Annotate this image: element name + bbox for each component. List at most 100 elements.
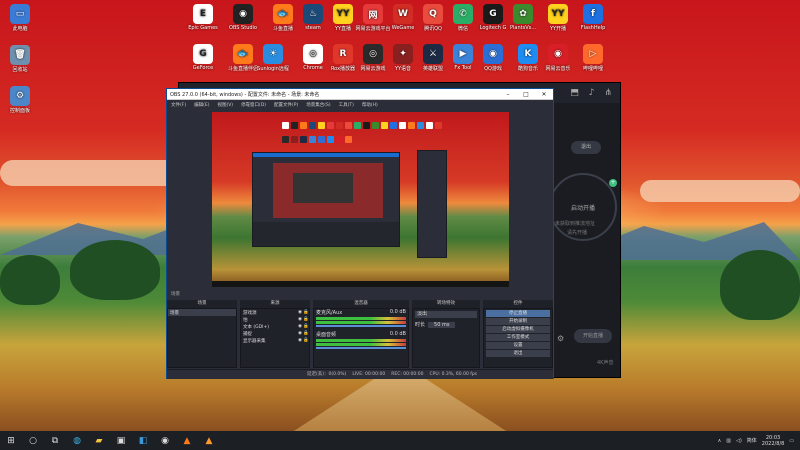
preview-app-icon: [381, 122, 388, 129]
control-button[interactable]: 停止直播: [486, 310, 550, 317]
desktop-icon[interactable]: ▭ 此电脑: [0, 4, 40, 32]
source-item[interactable]: 捕捉 ◉ 🔒: [241, 330, 309, 337]
source-item[interactable]: 游戏源 ◉ 🔒: [241, 309, 309, 316]
obs-preview-canvas[interactable]: [212, 112, 509, 287]
companion-taskbar-icon[interactable]: ▲: [198, 431, 220, 450]
preview-app-icon: [309, 122, 316, 129]
minimize-icon[interactable]: –: [499, 91, 517, 98]
mixer-panel: 麦克风/Aux 0.0 dB 桌面音频 0.0 dB: [313, 308, 409, 368]
close-icon[interactable]: ✕: [535, 91, 553, 98]
start-live-button[interactable]: 开始直播: [574, 329, 612, 343]
duration-input[interactable]: 50 ms: [428, 321, 456, 328]
network-icon[interactable]: ▥: [726, 438, 731, 444]
gift-icon[interactable]: ⬒: [570, 88, 579, 98]
scene-item[interactable]: 场景: [168, 309, 236, 316]
cloud: [640, 180, 800, 202]
source-item[interactable]: 显示器采集 ◉ 🔒: [241, 337, 309, 344]
menu-item[interactable]: 帮助(H): [362, 102, 378, 108]
menu-item[interactable]: 配置文件(P): [274, 102, 298, 108]
chevron-up-icon[interactable]: ∧: [718, 438, 722, 444]
control-button[interactable]: 退出: [486, 350, 550, 357]
bell-icon[interactable]: ♪: [589, 88, 595, 98]
store-icon[interactable]: ▣: [110, 431, 132, 450]
preview-desktop-icons: [282, 122, 442, 148]
volume-icon[interactable]: ◁): [736, 438, 742, 444]
visibility-lock-icon[interactable]: ◉ 🔒: [298, 317, 309, 322]
start-button[interactable]: ⊞: [0, 431, 22, 450]
search-icon[interactable]: ○: [22, 431, 44, 450]
obs-taskbar-icon[interactable]: ◉: [154, 431, 176, 450]
desktop-icon[interactable]: 🗑 回收站: [0, 45, 40, 73]
edge-icon[interactable]: ◍: [66, 431, 88, 450]
source-item[interactable]: 怕 ◉ 🔒: [241, 316, 309, 323]
scene-bar: 场景: [167, 290, 553, 299]
file-explorer-icon[interactable]: ▰: [88, 431, 110, 450]
obs-window[interactable]: OBS 27.0.0 (64-bit, windows) - 配置文件: 未命名…: [166, 88, 554, 379]
obs-titlebar: OBS 27.0.0 (64-bit, windows) - 配置文件: 未命名…: [167, 89, 553, 100]
desktop-icon[interactable]: ⚙ 控制面板: [0, 86, 40, 114]
exit-button[interactable]: 退出: [571, 141, 601, 154]
preview-app-icon: [336, 122, 343, 129]
source-label: 文本 (GDI+): [243, 324, 269, 330]
menu-item[interactable]: 文件(F): [171, 102, 186, 108]
preview-app-icon: [399, 122, 406, 129]
volume-slider[interactable]: [316, 325, 406, 327]
maximize-icon[interactable]: □: [517, 91, 535, 98]
sources-header: 来源: [240, 300, 310, 308]
transition-select[interactable]: 淡出: [415, 311, 477, 318]
control-button[interactable]: 启动虚拟摄像机: [486, 326, 550, 333]
desktop-icon[interactable]: f FlashHelp: [573, 4, 613, 31]
app-icon: ▷: [583, 44, 603, 64]
clock[interactable]: 20:03 2022/8/8: [762, 435, 784, 447]
menu-item[interactable]: 工具(T): [339, 102, 354, 108]
visibility-lock-icon[interactable]: ◉ 🔒: [298, 310, 309, 315]
app-icon: W: [393, 4, 413, 24]
visibility-lock-icon[interactable]: ◉ 🔒: [298, 331, 309, 336]
ime-indicator[interactable]: 简体: [747, 437, 757, 444]
controls-header: 控件: [483, 300, 553, 308]
notification-icon[interactable]: ▭: [789, 438, 794, 444]
preview-app-icon: [426, 122, 433, 129]
app-icon[interactable]: ◧: [132, 431, 154, 450]
douyu-taskbar-icon[interactable]: ▲: [176, 431, 198, 450]
task-view-icon[interactable]: ⧉: [44, 431, 66, 450]
desktop-icon[interactable]: ◉ 网易云音乐: [538, 44, 578, 72]
desktop-icon[interactable]: ◉ OBS Studio: [223, 4, 263, 31]
visibility-lock-icon[interactable]: ◉ 🔒: [298, 338, 309, 343]
desktop-icon[interactable]: ▷ 哔哩哔哩: [573, 44, 613, 72]
control-button[interactable]: 开始录制: [486, 318, 550, 325]
app-icon: 🗑: [10, 45, 30, 65]
menu-item[interactable]: 场景集合(S): [306, 102, 330, 108]
settings-icon[interactable]: ⚙: [557, 334, 564, 343]
desktop-icon-label: 哔哩哔哩: [582, 66, 603, 72]
source-item[interactable]: 文本 (GDI+) ◉ 🔒: [241, 323, 309, 330]
preview-app-icon: [309, 136, 316, 143]
desktop-icon-label: YY开播: [549, 26, 567, 32]
plus-icon[interactable]: +: [609, 179, 617, 187]
preview-app-icon: [363, 122, 370, 129]
app-icon: ✆: [453, 4, 473, 24]
hint-text: 请先开播: [567, 230, 588, 236]
menu-item[interactable]: 停靠窗口(D): [241, 102, 266, 108]
menu-item[interactable]: 编辑(E): [194, 102, 209, 108]
visibility-lock-icon[interactable]: ◉ 🔒: [298, 324, 309, 329]
desktop-icon[interactable]: ◉ QQ游戏: [473, 44, 513, 72]
app-icon: 🐟: [233, 44, 253, 64]
volume-meter: [316, 339, 406, 342]
control-button[interactable]: 设置: [486, 342, 550, 349]
desktop-icon[interactable]: E Epic Games: [183, 4, 223, 31]
menu-item[interactable]: 视图(V): [217, 102, 233, 108]
volume-slider[interactable]: [316, 347, 406, 349]
desktop-icon[interactable]: ✿ PlantsVs...: [503, 4, 543, 31]
share-icon[interactable]: ⋔: [604, 88, 612, 98]
desktop-icon[interactable]: YY YY开播: [538, 4, 578, 32]
desktop-icon[interactable]: G GeForce: [183, 44, 223, 71]
app-icon: ▶: [453, 44, 473, 64]
control-button[interactable]: 工作室模式: [486, 334, 550, 341]
tree: [720, 250, 800, 320]
mixer-channel: 麦克风/Aux 0.0 dB: [314, 309, 408, 327]
app-icon: ✦: [393, 44, 413, 64]
desktop-icon[interactable]: ☀ Sunlogin远程: [253, 44, 293, 72]
volume-meter: [316, 343, 406, 346]
dirt-road: [280, 370, 520, 431]
